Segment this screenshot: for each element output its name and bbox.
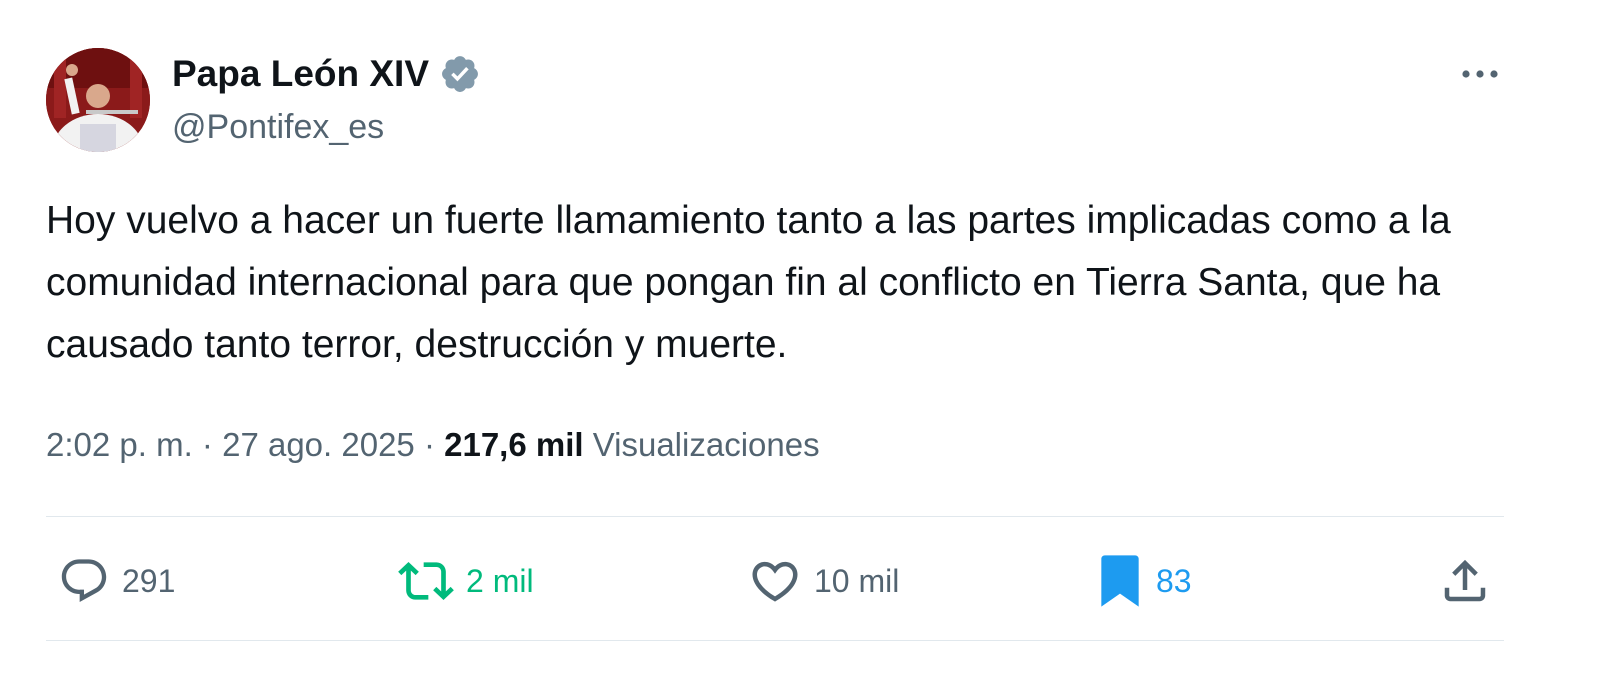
views-count[interactable]: 217,6 mil xyxy=(444,426,583,463)
tweet-date[interactable]: 27 ago. 2025 xyxy=(222,426,415,463)
views-label[interactable]: Visualizaciones xyxy=(593,426,820,463)
author-name-text[interactable]: Papa León XIV xyxy=(172,50,429,98)
tweet-text: Hoy vuelvo a hacer un fuerte llamamiento… xyxy=(46,199,1451,366)
tweet-time[interactable]: 2:02 p. m. xyxy=(46,426,193,463)
more-icon xyxy=(1462,70,1498,78)
reply-count: 291 xyxy=(122,562,176,599)
reply-icon xyxy=(61,559,107,603)
heart-icon xyxy=(752,561,798,602)
tweet-card: Papa León XIV @Pontifex_es Hoy vuelvo a … xyxy=(0,0,1600,675)
bookmark-count: 83 xyxy=(1156,562,1192,599)
avatar-image xyxy=(46,48,150,152)
tweet-meta: 2:02 p. m. · 27 ago. 2025 · 217,6 mil Vi… xyxy=(46,420,820,470)
share-button[interactable] xyxy=(1438,553,1492,609)
bookmark-button[interactable]: 83 xyxy=(1096,553,1192,609)
like-button[interactable]: 10 mil xyxy=(748,553,899,609)
author-name[interactable]: Papa León XIV xyxy=(172,50,481,98)
share-icon xyxy=(1444,559,1486,602)
divider xyxy=(46,516,1504,517)
repost-button[interactable]: 2 mil xyxy=(398,553,534,609)
verified-badge-icon xyxy=(442,56,478,92)
avatar[interactable] xyxy=(46,48,150,152)
meta-separator: · xyxy=(423,426,435,463)
repost-icon xyxy=(398,562,454,600)
repost-count: 2 mil xyxy=(466,562,534,599)
bookmark-icon xyxy=(1101,555,1139,607)
meta-separator: · xyxy=(201,426,213,463)
author-handle[interactable]: @Pontifex_es xyxy=(172,104,384,150)
reply-button[interactable]: 291 xyxy=(58,553,175,609)
divider xyxy=(46,640,1504,641)
like-count: 10 mil xyxy=(814,562,900,599)
more-button[interactable] xyxy=(1456,58,1504,90)
